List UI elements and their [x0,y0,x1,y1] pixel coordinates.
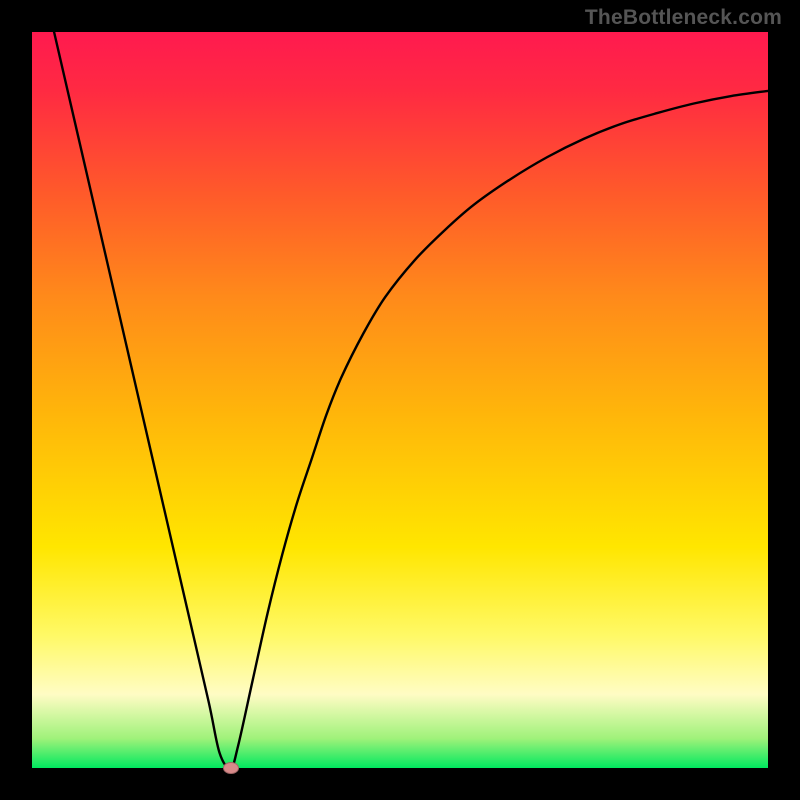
bottleneck-curve [54,32,768,768]
minimum-marker [223,762,239,774]
plot-area [32,32,768,768]
chart-frame: TheBottleneck.com [0,0,800,800]
watermark-text: TheBottleneck.com [585,6,782,30]
curve-svg [32,32,768,768]
